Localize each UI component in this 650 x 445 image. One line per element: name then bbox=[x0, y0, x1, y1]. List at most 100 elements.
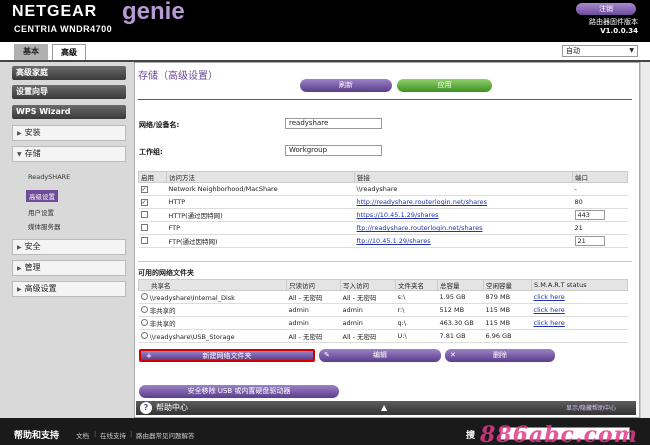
footer-title: 帮助和支持 bbox=[14, 431, 60, 441]
safe-remove-button[interactable]: 安全移除 USB 或内置硬盘驱动器 bbox=[139, 385, 339, 398]
apply-button[interactable]: 应用 bbox=[397, 79, 492, 92]
folder-radio[interactable] bbox=[140, 319, 148, 326]
sidebar-section-advanced-setup[interactable]: ▶ 高级设置 bbox=[12, 281, 126, 297]
read-access: All - 无密码 bbox=[286, 290, 341, 304]
sidebar: 高级家庭 设置向导 WPS Wizard ▶ 安装 ▼ 存储 ReadySHARE … bbox=[0, 62, 134, 418]
share-cell: 非共享的 bbox=[138, 316, 287, 330]
access-link[interactable]: ftp://10.45.1.29/shares bbox=[354, 234, 573, 248]
footer-separator: | bbox=[94, 430, 97, 438]
language-value: 自动 bbox=[566, 47, 580, 55]
smart-status-link[interactable]: click here bbox=[534, 319, 565, 327]
enable-cell bbox=[138, 208, 167, 222]
button-label: 编辑 bbox=[373, 351, 387, 359]
port-input[interactable]: 21 bbox=[574, 236, 605, 246]
tab-basic[interactable]: 基本 bbox=[14, 44, 48, 60]
enable-checkbox[interactable] bbox=[140, 223, 148, 231]
write-access: All - 无密码 bbox=[340, 329, 396, 343]
question-icon: ? bbox=[140, 402, 152, 414]
new-network-folder-button[interactable]: + 新建网络文件夹 bbox=[139, 349, 315, 362]
workgroup-input[interactable]: Workgroup bbox=[285, 145, 382, 156]
scrollbar[interactable] bbox=[640, 62, 650, 418]
main-panel: 存储（高级设置） 刷新 应用 网络/设备名: readyshare 工作组: W… bbox=[134, 62, 640, 418]
plus-icon: + bbox=[146, 352, 152, 360]
triangle-right-icon: ▶ bbox=[17, 286, 22, 293]
table-row: HTTP(通过因特网) https://10.45.1.29/shares 443 bbox=[138, 208, 628, 222]
access-link[interactable]: https://10.45.1.29/shares bbox=[354, 208, 573, 222]
access-link[interactable]: http://readyshare.routerlogin.net/shares bbox=[354, 195, 573, 209]
access-link-text[interactable]: https://10.45.1.29/shares bbox=[357, 211, 439, 219]
header: NETGEAR genie CENTRIA WNDR4700 注销 路由器固件版… bbox=[0, 0, 650, 42]
close-icon: ✕ bbox=[450, 351, 456, 359]
sidebar-sub-media-server[interactable]: 媒体服务器 bbox=[28, 221, 61, 231]
sidebar-item-setup-wizard[interactable]: 设置向导 bbox=[12, 85, 126, 99]
sidebar-sub-readyshare[interactable]: ReadySHARE bbox=[28, 173, 70, 181]
enable-checkbox[interactable]: ✓ bbox=[140, 199, 148, 206]
sidebar-sub-advanced-settings[interactable]: 高级设置 bbox=[26, 190, 58, 202]
sidebar-item-advanced-home[interactable]: 高级家庭 bbox=[12, 66, 126, 80]
folder-radio[interactable] bbox=[140, 306, 148, 313]
access-link-text[interactable]: ftp://readyshare.routerlogin.net/shares bbox=[357, 224, 483, 232]
enable-cell: ✓ bbox=[138, 195, 167, 209]
col-header: 文件夹名 bbox=[395, 279, 438, 291]
enable-checkbox[interactable]: ✓ bbox=[140, 186, 148, 193]
col-header: 总容量 bbox=[437, 279, 484, 291]
network-device-input[interactable]: readyshare bbox=[285, 118, 382, 129]
divider bbox=[138, 99, 632, 100]
sidebar-section-storage[interactable]: ▼ 存储 bbox=[12, 146, 126, 162]
sidebar-sub-user-settings[interactable]: 用户设置 bbox=[28, 207, 54, 217]
enable-cell: ✓ bbox=[138, 182, 167, 196]
enable-checkbox[interactable] bbox=[140, 210, 148, 218]
folders-table-body: \\readyshare\Internal_Disk All - 无密码 All -… bbox=[138, 290, 628, 343]
chevron-up-icon[interactable]: ▲ bbox=[381, 401, 387, 415]
share-name: 非共享的 bbox=[149, 320, 176, 328]
divider bbox=[138, 261, 632, 262]
access-link[interactable]: ftp://readyshare.routerlogin.net/shares bbox=[354, 221, 573, 235]
search-label: 搜 bbox=[466, 431, 476, 441]
footer-link-docs[interactable]: 文档 bbox=[76, 430, 89, 440]
share-name: \\readyshare\USB_Storage bbox=[149, 332, 235, 341]
firmware-version: V1.0.0.34 bbox=[600, 27, 638, 35]
logout-button[interactable]: 注销 bbox=[576, 3, 636, 15]
enable-checkbox[interactable] bbox=[140, 236, 148, 244]
netgear-logo: NETGEAR bbox=[12, 3, 98, 20]
col-header: 访问方法 bbox=[166, 171, 355, 183]
sidebar-section-admin[interactable]: ▶ 管理 bbox=[12, 260, 126, 276]
sidebar-section-label: 管理 bbox=[24, 263, 41, 272]
refresh-button[interactable]: 刷新 bbox=[300, 79, 392, 92]
show-hide-help-link[interactable]: 显示/隐藏帮助中心 bbox=[566, 402, 616, 416]
triangle-right-icon: ▶ bbox=[17, 265, 22, 272]
sidebar-section-security[interactable]: ▶ 安全 bbox=[12, 239, 126, 255]
free-capacity: 115 MB bbox=[483, 303, 532, 317]
table-row: \\readyshare\USB_Storage All - 无密码 All - 无… bbox=[138, 329, 628, 343]
smart-status-link[interactable]: click here bbox=[534, 293, 565, 301]
delete-button[interactable]: ✕ 删除 bbox=[445, 349, 555, 362]
sidebar-item-wps-wizard[interactable]: WPS Wizard bbox=[12, 105, 126, 119]
access-link-text[interactable]: http://readyshare.routerlogin.net/shares bbox=[357, 198, 488, 206]
tab-advanced[interactable]: 高级 bbox=[52, 44, 86, 60]
folder-name: q:\ bbox=[395, 316, 438, 330]
smart-cell: click here bbox=[531, 290, 628, 304]
table-row: \\readyshare\Internal_Disk All - 无密码 All -… bbox=[138, 290, 628, 304]
total-capacity: 1.95 GB bbox=[437, 290, 484, 304]
watermark: 886abc.com bbox=[480, 422, 638, 445]
table-row: FTP ftp://readyshare.routerlogin.net/shar… bbox=[138, 221, 628, 235]
col-header-label: 共享名 bbox=[151, 282, 171, 290]
edit-button[interactable]: ✎ 编辑 bbox=[319, 349, 441, 362]
help-center-bar[interactable]: ? 帮助中心 ▲ 显示/隐藏帮助中心 bbox=[136, 401, 636, 415]
folder-name: U:\ bbox=[395, 329, 438, 343]
smart-status-link[interactable]: click here bbox=[534, 306, 565, 314]
free-capacity: 879 MB bbox=[483, 290, 532, 304]
col-header: 启用 bbox=[138, 171, 167, 183]
footer-link-support[interactable]: 在线支持 bbox=[100, 430, 126, 440]
footer-link-faq[interactable]: 路由器常见问题解答 bbox=[136, 430, 195, 440]
sidebar-section-setup[interactable]: ▶ 安装 bbox=[12, 125, 126, 141]
folder-radio[interactable] bbox=[140, 331, 148, 339]
share-cell: \\readyshare\USB_Storage bbox=[138, 329, 287, 343]
footer: 帮助和支持 文档 | 在线支持 | 路由器常见问题解答 搜 886abc.com bbox=[0, 418, 650, 445]
folder-radio[interactable] bbox=[140, 292, 148, 300]
language-select[interactable]: 自动 ▼ bbox=[562, 45, 638, 57]
table-row: ✓ HTTP http://readyshare.routerlogin.net/s… bbox=[138, 195, 628, 209]
access-link-text[interactable]: ftp://10.45.1.29/shares bbox=[357, 237, 431, 245]
share-name: \\readyshare\Internal_Disk bbox=[149, 293, 235, 302]
port-input[interactable]: 443 bbox=[574, 210, 605, 220]
